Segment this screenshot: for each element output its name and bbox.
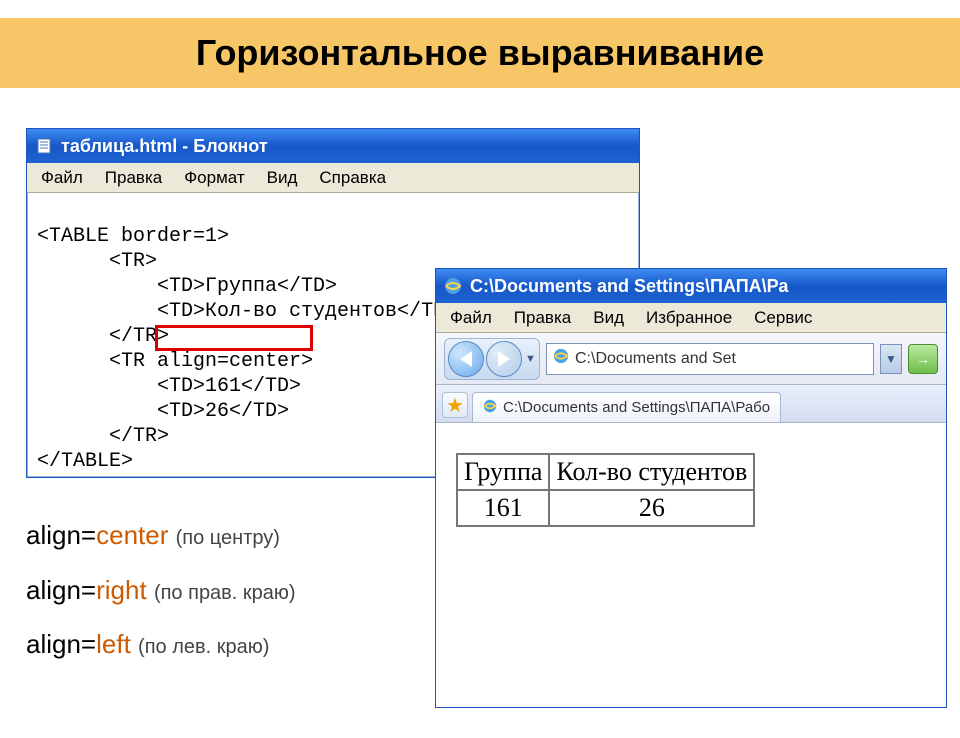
arrow-right-icon: → bbox=[916, 351, 930, 367]
menu-view[interactable]: Вид bbox=[257, 165, 308, 191]
code-line: <TD>26</TD> bbox=[37, 400, 289, 423]
table-cell: 161 bbox=[457, 490, 549, 526]
legend-item: align=left (по лев. краю) bbox=[26, 617, 296, 672]
code-line: </TR> bbox=[37, 425, 169, 448]
menu-file[interactable]: Файл bbox=[31, 165, 93, 191]
address-text: C:\Documents and Set bbox=[575, 350, 736, 368]
ie-toolbar: ▼ C:\Documents and Set ▼ → bbox=[436, 333, 946, 385]
code-line: </TABLE> bbox=[37, 450, 133, 473]
menu-help[interactable]: Справка bbox=[309, 165, 396, 191]
legend-desc: (по прав. краю) bbox=[154, 582, 296, 604]
nav-dropdown[interactable]: ▼ bbox=[523, 353, 537, 365]
code-line: <TD>161</TD> bbox=[37, 375, 301, 398]
legend-attr: align= bbox=[26, 575, 96, 605]
ie-favicon-icon bbox=[553, 348, 569, 369]
ie-title-text: C:\Documents and Settings\ПАПА\Ра bbox=[470, 276, 788, 297]
ie-menu-edit[interactable]: Правка bbox=[504, 305, 581, 331]
table-cell: Кол-во студентов bbox=[549, 454, 754, 490]
legend-value: left bbox=[96, 629, 131, 659]
ie-icon bbox=[444, 277, 462, 295]
code-line: <TABLE border=1> bbox=[37, 225, 229, 248]
address-dropdown[interactable]: ▼ bbox=[880, 344, 902, 374]
slide-title: Горизонтальное выравнивание bbox=[196, 32, 764, 74]
ie-menu-file[interactable]: Файл bbox=[440, 305, 502, 331]
slide-title-bar: Горизонтальное выравнивание bbox=[0, 18, 960, 88]
address-bar[interactable]: C:\Documents and Set bbox=[546, 343, 874, 375]
code-line: <TD>Кол-во студентов</TD>| bbox=[37, 300, 469, 323]
code-line: </TR> bbox=[37, 325, 169, 348]
go-button[interactable]: → bbox=[908, 344, 938, 374]
rendered-table: Группа Кол-во студентов 161 26 bbox=[456, 453, 755, 527]
legend-item: align=center (по центру) bbox=[26, 508, 296, 563]
favorites-star-button[interactable]: ★ bbox=[442, 392, 468, 418]
back-button[interactable] bbox=[448, 341, 484, 377]
menu-edit[interactable]: Правка bbox=[95, 165, 172, 191]
arrow-left-icon bbox=[460, 351, 472, 367]
code-line: <TD>Группа</TD> bbox=[37, 275, 337, 298]
ie-menu-favorites[interactable]: Избранное bbox=[636, 305, 742, 331]
legend-desc: (по лев. краю) bbox=[138, 636, 269, 658]
notepad-menubar: Файл Правка Формат Вид Справка bbox=[27, 163, 639, 193]
legend-desc: (по центру) bbox=[176, 527, 280, 549]
highlight-align-center bbox=[155, 325, 313, 351]
notepad-titlebar[interactable]: таблица.html - Блокнот bbox=[27, 129, 639, 163]
table-row: 161 26 bbox=[457, 490, 754, 526]
legend-value: right bbox=[96, 575, 147, 605]
align-legend: align=center (по центру) align=right (по… bbox=[26, 508, 296, 672]
ie-titlebar[interactable]: C:\Documents and Settings\ПАПА\Ра bbox=[436, 269, 946, 303]
legend-attr: align= bbox=[26, 629, 96, 659]
ie-tab[interactable]: C:\Documents and Settings\ПАПА\Рабо bbox=[472, 392, 781, 422]
table-row: Группа Кол-во студентов bbox=[457, 454, 754, 490]
ie-window: C:\Documents and Settings\ПАПА\Ра Файл П… bbox=[435, 268, 947, 708]
nav-button-group: ▼ bbox=[444, 338, 540, 380]
table-cell: 26 bbox=[549, 490, 754, 526]
legend-item: align=right (по прав. краю) bbox=[26, 563, 296, 618]
ie-menu-view[interactable]: Вид bbox=[583, 305, 634, 331]
ie-menu-tools[interactable]: Сервис bbox=[744, 305, 822, 331]
legend-attr: align= bbox=[26, 520, 96, 550]
ie-tab-text: C:\Documents and Settings\ПАПА\Рабо bbox=[503, 399, 770, 416]
ie-menubar: Файл Правка Вид Избранное Сервис bbox=[436, 303, 946, 333]
notepad-icon bbox=[35, 137, 53, 155]
ie-viewport: Группа Кол-во студентов 161 26 bbox=[436, 423, 946, 707]
ie-tabbar: ★ C:\Documents and Settings\ПАПА\Рабо bbox=[436, 385, 946, 423]
code-line: <TR> bbox=[37, 250, 157, 273]
legend-value: center bbox=[96, 520, 168, 550]
arrow-right-icon bbox=[498, 351, 510, 367]
star-icon: ★ bbox=[446, 393, 464, 418]
forward-button[interactable] bbox=[486, 341, 522, 377]
table-cell: Группа bbox=[457, 454, 549, 490]
menu-format[interactable]: Формат bbox=[174, 165, 254, 191]
code-line: <TR align=center> bbox=[37, 350, 313, 373]
ie-favicon-icon bbox=[483, 399, 497, 417]
notepad-title-text: таблица.html - Блокнот bbox=[61, 136, 268, 157]
